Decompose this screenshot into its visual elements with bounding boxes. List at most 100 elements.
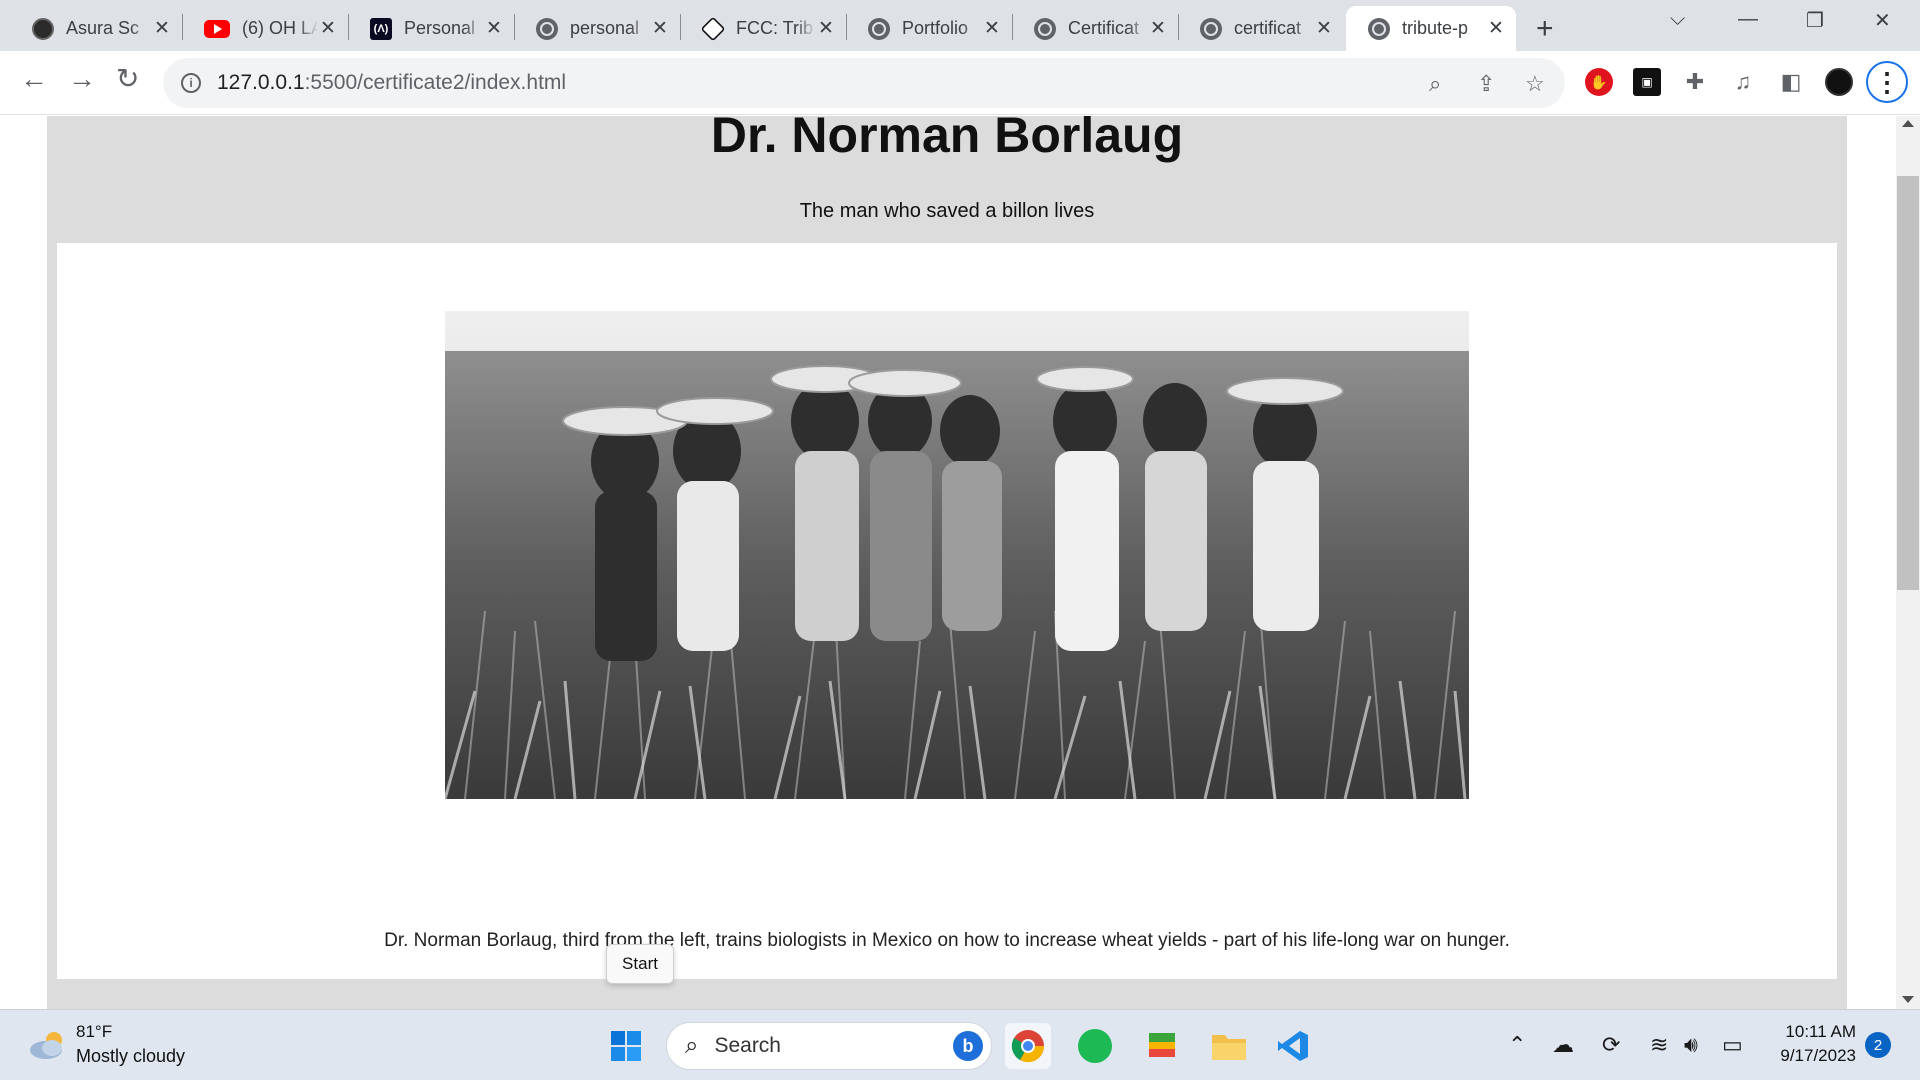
clock-time[interactable]: 10:11 AM — [1776, 1022, 1856, 1042]
globe-icon — [1200, 17, 1222, 40]
page-main: Dr. Norman Borlaug The man who saved a b… — [47, 116, 1847, 1009]
clock-date[interactable]: 9/17/2023 — [1766, 1046, 1856, 1066]
borlaug-wheat-field-photo — [445, 311, 1469, 799]
close-icon[interactable]: ✕ — [1314, 18, 1334, 39]
tab-portfolio[interactable]: Portfolio ✕ — [846, 6, 1012, 51]
partly-cloudy-weather-icon[interactable] — [28, 1030, 68, 1060]
close-icon[interactable]: ✕ — [982, 18, 1002, 39]
taskbar-file-explorer[interactable] — [1206, 1023, 1252, 1069]
folder-icon — [1212, 1035, 1246, 1060]
tab-title: Asura Sc — [66, 18, 140, 38]
new-tab-plus-icon[interactable]: + — [1536, 12, 1554, 46]
close-icon[interactable]: ✕ — [1486, 18, 1506, 39]
photo-caption: Dr. Norman Borlaug, third from the left,… — [384, 930, 1510, 951]
tab-certificat-2[interactable]: certificat ✕ — [1178, 6, 1344, 51]
tab-title: Certificat — [1068, 18, 1140, 38]
notification-badge[interactable]: 2 — [1865, 1032, 1891, 1058]
close-icon[interactable]: ✕ — [152, 18, 172, 39]
close-window-icon[interactable]: ✕ — [1874, 8, 1891, 33]
onedrive-cloud-icon[interactable]: ☁ — [1552, 1032, 1574, 1058]
url-text[interactable]: 127.0.0.1:5500/certificate2/index.html — [217, 71, 566, 95]
globe-icon — [1368, 17, 1390, 40]
sync-update-icon[interactable]: ⟳ — [1602, 1032, 1620, 1058]
minimize-icon[interactable]: — — [1738, 8, 1758, 31]
show-hidden-icons-chevron-icon[interactable]: ⌃ — [1508, 1032, 1526, 1058]
page-scrollbar[interactable] — [1896, 116, 1920, 1009]
profile-avatar[interactable] — [1825, 68, 1853, 96]
globe-icon — [1034, 17, 1056, 40]
search-label: Search — [714, 1034, 781, 1057]
tab-title: Personal — [404, 18, 476, 38]
close-icon[interactable]: ✕ — [484, 18, 504, 39]
tab-tribute-active[interactable]: tribute-p ✕ — [1346, 6, 1516, 51]
volume-icon[interactable]: 🔊︎ — [1684, 1032, 1698, 1058]
media-controls-icon[interactable]: ♫ — [1729, 68, 1757, 96]
tab-personal[interactable]: personal ✕ — [514, 6, 680, 51]
zoom-icon[interactable]: ⌕ — [1429, 71, 1441, 97]
tab-youtube[interactable]: (6) OH LA ✕ — [182, 6, 348, 51]
close-icon[interactable]: ✕ — [650, 18, 670, 39]
taskbar-bluestacks[interactable] — [1139, 1023, 1185, 1069]
bluestacks-icon — [1149, 1033, 1175, 1057]
chrome-menu-icon[interactable]: ⋮ — [1866, 61, 1908, 103]
taskbar-spotify[interactable] — [1072, 1023, 1118, 1069]
bookmark-star-icon[interactable]: ☆ — [1525, 71, 1545, 97]
tab-certificat[interactable]: Certificat ✕ — [1012, 6, 1178, 51]
tab-title: tribute-p — [1402, 18, 1469, 38]
restore-icon[interactable]: ❐ — [1806, 8, 1824, 33]
tab-title: FCC: Trib — [736, 18, 814, 38]
vscode-icon — [1278, 1031, 1308, 1061]
side-panel-icon[interactable]: ◧ — [1777, 68, 1805, 96]
tab-title: (6) OH LA — [242, 18, 318, 38]
tab-strip: Asura Sc ✕ (6) OH LA ✕ (Λ) Personal ✕ pe… — [0, 0, 1920, 51]
reload-icon[interactable]: ↻ — [116, 65, 139, 93]
bing-icon[interactable]: b — [953, 1031, 983, 1061]
adblock-extension-icon[interactable]: ✋ — [1585, 68, 1613, 96]
globe-icon — [868, 17, 890, 40]
page-viewport: Dr. Norman Borlaug The man who saved a b… — [0, 116, 1896, 1009]
close-icon[interactable]: ✕ — [318, 18, 338, 39]
codepen-icon — [700, 16, 726, 41]
taskbar-vscode[interactable] — [1270, 1023, 1316, 1069]
battery-icon[interactable]: ▭ — [1722, 1032, 1743, 1058]
forward-icon[interactable]: → — [68, 65, 96, 93]
back-icon[interactable]: ← — [20, 65, 48, 93]
tab-title: personal — [570, 18, 640, 38]
tab-title: certificat — [1234, 18, 1302, 38]
image-card: Dr. Norman Borlaug, third from the left,… — [57, 243, 1837, 979]
url-path: :5500/certificate2/index.html — [304, 71, 567, 94]
scroll-down-arrow-icon[interactable] — [1902, 996, 1914, 1003]
wifi-icon[interactable]: ≋ — [1650, 1032, 1668, 1058]
scroll-thumb[interactable] — [1897, 176, 1919, 590]
windows-taskbar: 81°F Mostly cloudy ⌕ Search b ⌃ ☁ ⟳ ≋ 🔊︎… — [0, 1009, 1920, 1080]
chrome-icon — [1011, 1030, 1045, 1063]
page-title: Dr. Norman Borlaug — [710, 116, 1184, 163]
page-tagline: The man who saved a billon lives — [799, 200, 1095, 222]
extension-dark-icon[interactable]: ▣ — [1633, 68, 1661, 96]
browser-toolbar: ← → ↻ i 127.0.0.1:5500/certificate2/inde… — [0, 51, 1920, 115]
url-host: 127.0.0.1 — [217, 71, 305, 94]
asura-icon — [32, 17, 54, 40]
info-icon[interactable]: i — [181, 73, 201, 93]
weather-description[interactable]: Mostly cloudy — [76, 1046, 185, 1067]
windows-logo-icon — [611, 1031, 641, 1061]
tab-fcc-tribute[interactable]: FCC: Trib ✕ — [680, 6, 846, 51]
tab-title: Portfolio — [902, 18, 969, 38]
start-tooltip: Start — [606, 944, 674, 984]
taskbar-chrome[interactable] — [1005, 1023, 1051, 1069]
taskbar-search[interactable]: ⌕ Search b — [666, 1022, 992, 1070]
close-icon[interactable]: ✕ — [1148, 18, 1168, 39]
share-icon[interactable]: ⇪ — [1477, 71, 1495, 97]
start-button[interactable] — [603, 1023, 649, 1069]
scroll-up-arrow-icon[interactable] — [1902, 120, 1914, 127]
close-icon[interactable]: ✕ — [816, 18, 836, 39]
tab-personal-fcc[interactable]: (Λ) Personal ✕ — [348, 6, 514, 51]
search-icon: ⌕ — [685, 1032, 699, 1059]
extensions-puzzle-icon[interactable]: ✚ — [1681, 68, 1709, 96]
address-bar[interactable]: i 127.0.0.1:5500/certificate2/index.html… — [163, 58, 1565, 108]
tab-asura[interactable]: Asura Sc ✕ — [10, 6, 182, 51]
weather-temperature[interactable]: 81°F — [76, 1022, 112, 1042]
globe-icon — [536, 17, 558, 40]
tab-search-chevron-icon[interactable]: ⌵ — [1670, 8, 1685, 31]
freecodecamp-icon: (Λ) — [370, 17, 392, 40]
